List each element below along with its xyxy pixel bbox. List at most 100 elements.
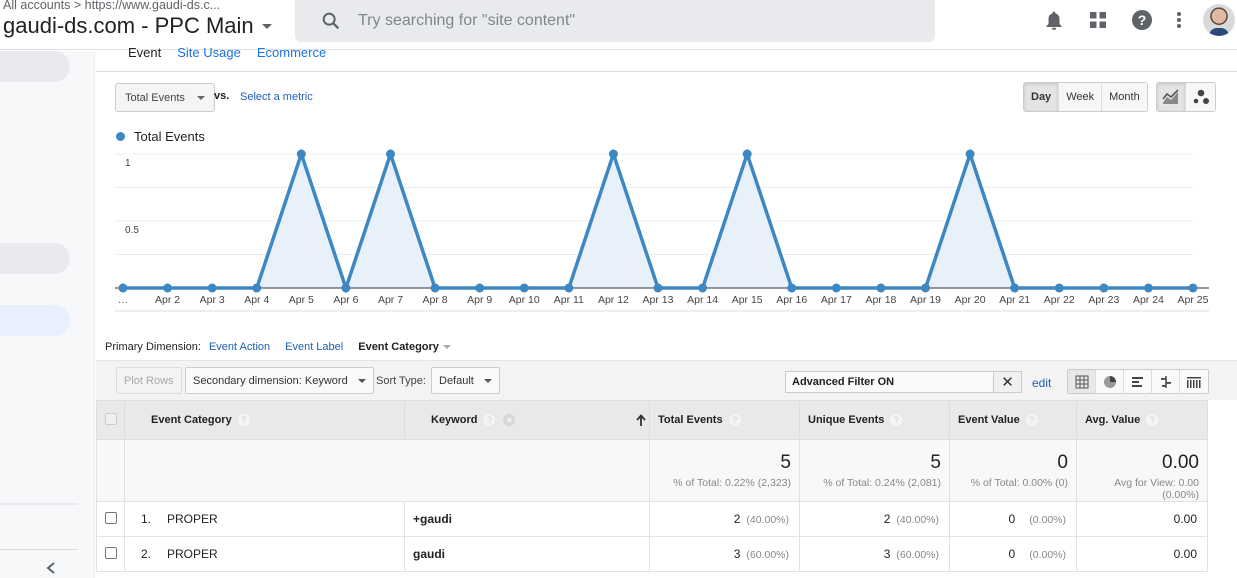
select-metric-link[interactable]: Select a metric [240, 91, 313, 103]
totals-empty-cell [96, 439, 125, 502]
event-category-value[interactable]: PROPER [167, 547, 218, 561]
data-point[interactable] [1099, 283, 1109, 293]
data-point[interactable] [118, 283, 128, 293]
metric-selector[interactable]: Total Events [115, 83, 215, 112]
data-point[interactable] [653, 283, 663, 293]
filter-input[interactable] [786, 376, 993, 388]
help-icon[interactable]: ? [728, 414, 741, 427]
dimension-event-category[interactable]: Event Category [358, 341, 451, 353]
breadcrumb[interactable]: All accounts > https://www.gaudi-ds.c... [3, 0, 220, 12]
help-icon[interactable]: ? [483, 414, 496, 427]
row-checkbox[interactable] [105, 546, 117, 559]
search-input[interactable] [358, 12, 898, 30]
cell-percent: (40.00%) [896, 514, 939, 526]
data-point[interactable] [742, 149, 752, 159]
motion-chart-button[interactable] [1186, 83, 1215, 111]
data-point[interactable] [1010, 283, 1020, 293]
row-checkbox[interactable] [105, 511, 117, 524]
performance-view-button[interactable] [1124, 370, 1152, 393]
data-point[interactable] [341, 283, 351, 293]
help-icon[interactable]: ? [237, 414, 250, 427]
total-total-events: 5 % of Total: 0.22% (2,323) [649, 439, 800, 502]
help-icon[interactable]: ? [1131, 9, 1153, 31]
help-icon[interactable]: ? [1025, 414, 1038, 427]
data-point[interactable] [519, 283, 529, 293]
data-point[interactable] [163, 283, 173, 293]
col-header-event-value[interactable]: Event Value? [949, 400, 1077, 440]
data-point[interactable] [1188, 283, 1198, 293]
x-tick-label: Apr 21 [999, 294, 1030, 306]
table-view-button[interactable] [1068, 370, 1096, 393]
data-point[interactable] [608, 149, 618, 159]
data-point[interactable] [564, 283, 574, 293]
help-icon[interactable]: ? [1146, 414, 1159, 427]
plot-rows-button[interactable]: Plot Rows [116, 367, 182, 394]
select-all-checkbox[interactable] [105, 412, 117, 425]
avatar[interactable] [1203, 4, 1235, 36]
granularity-day-button[interactable]: Day [1024, 83, 1060, 111]
col-header-unique-events[interactable]: Unique Events? [799, 400, 950, 440]
sort-ascending-icon[interactable] [636, 414, 646, 426]
col-header-total-events[interactable]: Total Events? [649, 400, 800, 440]
line-chart-button[interactable] [1157, 83, 1186, 111]
data-point[interactable] [1143, 283, 1153, 293]
edit-filter-link[interactable]: edit [1032, 376, 1051, 390]
data-point[interactable] [921, 283, 930, 293]
keyword-cell[interactable]: gaudi [404, 536, 650, 572]
apps-grid-icon[interactable] [1087, 9, 1109, 31]
remove-secondary-dimension-icon[interactable]: × [503, 413, 516, 426]
bell-icon[interactable] [1043, 9, 1065, 31]
data-point[interactable] [965, 149, 975, 159]
row-index: 1. [141, 512, 152, 526]
event-category-value[interactable]: PROPER [167, 512, 218, 526]
comparison-view-button[interactable] [1152, 370, 1180, 393]
col-header-label: Event Value [958, 413, 1020, 426]
more-vert-icon[interactable] [1175, 9, 1183, 31]
table-row: 1. PROPER +gaudi 2 (40.00%) 2 (40.00%) 0 (0.… [96, 501, 1208, 537]
pivot-view-button[interactable] [1180, 370, 1208, 393]
timeline-chart[interactable]: 1 0.5 … Apr 2 Apr 3 Apr 4 Apr 5 Apr 6 Apr 7 Apr 8… [96, 141, 1237, 408]
sort-type-select[interactable]: Default [431, 367, 500, 394]
dimension-event-action[interactable]: Event Action [209, 341, 270, 353]
granularity-month-button[interactable]: Month [1102, 83, 1147, 111]
total-subtext: % of Total: 0.24% (2,081) [823, 477, 941, 489]
data-point[interactable] [831, 283, 841, 293]
col-header-label: Unique Events [808, 413, 885, 426]
sidebar-item[interactable] [0, 243, 70, 274]
collapse-sidebar-icon[interactable] [44, 560, 58, 576]
unique-events-cell: 3 (60.00%) [799, 536, 950, 572]
data-point[interactable] [1054, 283, 1064, 293]
sidebar-item-active[interactable] [0, 305, 70, 336]
data-table: Event Category? Keyword? × Total Events? … [96, 400, 1208, 572]
pivot-view-icon [1187, 376, 1201, 388]
col-header-label: Keyword [431, 413, 478, 426]
col-header-avg-value[interactable]: Avg. Value? [1076, 400, 1208, 440]
data-point[interactable] [698, 283, 708, 293]
search-bar[interactable] [295, 0, 935, 42]
data-point[interactable] [475, 283, 485, 293]
metric-selector-label: Total Events [125, 91, 185, 104]
secondary-dimension-select[interactable]: Secondary dimension: Keyword [185, 367, 374, 394]
data-point[interactable] [252, 283, 262, 293]
granularity-week-button[interactable]: Week [1059, 83, 1103, 111]
pie-view-button[interactable] [1096, 370, 1124, 393]
data-point[interactable] [207, 283, 217, 293]
col-header-event-category[interactable]: Event Category? [124, 400, 405, 440]
data-point[interactable] [430, 283, 440, 293]
col-header-keyword[interactable]: Keyword? × [404, 400, 650, 440]
data-point[interactable] [296, 149, 306, 159]
data-point[interactable] [787, 283, 797, 293]
help-icon[interactable]: ? [890, 414, 903, 427]
tab-ecommerce[interactable]: Ecommerce [257, 45, 326, 60]
tab-site-usage[interactable]: Site Usage [177, 45, 241, 60]
data-point[interactable] [386, 149, 395, 159]
property-selector[interactable]: gaudi-ds.com - PPC Main [3, 13, 272, 39]
tab-event[interactable]: Event [128, 45, 161, 60]
sidebar-item[interactable] [0, 51, 70, 82]
keyword-cell[interactable]: +gaudi [404, 501, 650, 537]
data-point[interactable] [876, 283, 886, 293]
cell-value: 2 [883, 512, 891, 526]
dimension-event-label[interactable]: Event Label [285, 341, 343, 353]
clear-filter-button[interactable]: ✕ [993, 372, 1021, 392]
total-subtext: % of Total: 0.22% (2,323) [673, 477, 791, 489]
